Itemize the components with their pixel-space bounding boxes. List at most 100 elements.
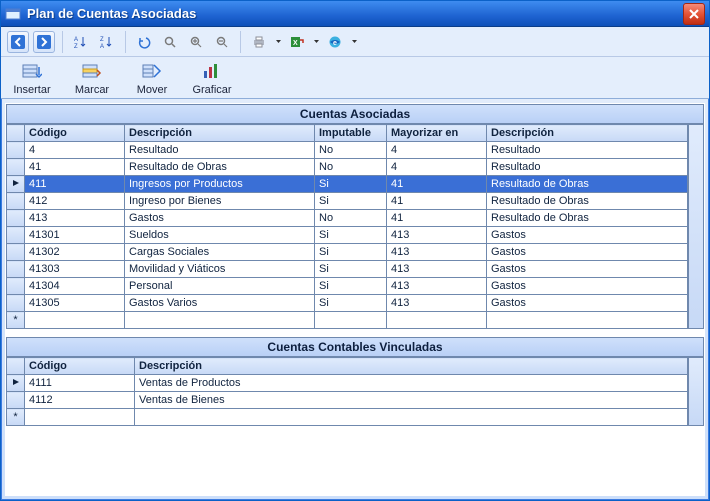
cell-codigo[interactable]: 4111 bbox=[25, 375, 135, 392]
row-selector[interactable] bbox=[7, 159, 25, 176]
marcar-button[interactable]: Marcar bbox=[67, 60, 117, 96]
row-selector[interactable] bbox=[7, 278, 25, 295]
cell-codigo[interactable]: 4112 bbox=[25, 392, 135, 409]
cuentas-asociadas-grid[interactable]: Código Descripción Imputable Mayorizar e… bbox=[6, 124, 688, 329]
table-row[interactable]: 41Resultado de ObrasNo4Resultado bbox=[7, 159, 688, 176]
cell-codigo[interactable]: 412 bbox=[25, 193, 125, 210]
print-dropdown[interactable] bbox=[274, 38, 282, 45]
col-mayorizar[interactable]: Mayorizar en bbox=[387, 125, 487, 142]
cell-imputable[interactable]: No bbox=[315, 142, 387, 159]
row-selector[interactable] bbox=[7, 176, 25, 193]
cell-descripcion2[interactable]: Resultado bbox=[487, 159, 688, 176]
cell-descripcion[interactable]: Ingresos por Productos bbox=[125, 176, 315, 193]
cell-descripcion[interactable]: Ventas de Productos bbox=[135, 375, 688, 392]
cell-imputable[interactable]: Si bbox=[315, 193, 387, 210]
table-row[interactable]: 4111Ventas de Productos bbox=[7, 375, 688, 392]
cell-codigo[interactable]: 41301 bbox=[25, 227, 125, 244]
table-row[interactable]: 412Ingreso por BienesSi41Resultado de Ob… bbox=[7, 193, 688, 210]
row-selector[interactable] bbox=[7, 227, 25, 244]
cell-imputable[interactable]: Si bbox=[315, 261, 387, 278]
row-selector[interactable] bbox=[7, 193, 25, 210]
cell-descripcion2[interactable]: Gastos bbox=[487, 278, 688, 295]
row-selector[interactable] bbox=[7, 261, 25, 278]
cell-mayorizar[interactable]: 41 bbox=[387, 210, 487, 227]
cell-descripcion[interactable]: Ingreso por Bienes bbox=[125, 193, 315, 210]
cuentas-vinculadas-grid[interactable]: Código Descripción 4111Ventas de Product… bbox=[6, 357, 688, 426]
cell-mayorizar[interactable]: 413 bbox=[387, 227, 487, 244]
cell-descripcion[interactable]: Cargas Sociales bbox=[125, 244, 315, 261]
vertical-scrollbar[interactable] bbox=[688, 124, 704, 329]
cell-mayorizar[interactable]: 413 bbox=[387, 261, 487, 278]
cell-descripcion[interactable]: Personal bbox=[125, 278, 315, 295]
table-row[interactable]: 41305Gastos VariosSi413Gastos bbox=[7, 295, 688, 312]
cell-imputable[interactable]: Si bbox=[315, 176, 387, 193]
table-row[interactable]: 41302Cargas SocialesSi413Gastos bbox=[7, 244, 688, 261]
row-selector[interactable] bbox=[7, 142, 25, 159]
new-row-marker[interactable]: * bbox=[7, 409, 25, 426]
cell-imputable[interactable]: Si bbox=[315, 295, 387, 312]
row-selector[interactable] bbox=[7, 375, 25, 392]
new-row[interactable]: * bbox=[7, 312, 688, 329]
undo-button[interactable] bbox=[133, 31, 155, 53]
cell-descripcion[interactable]: Ventas de Bienes bbox=[135, 392, 688, 409]
cell-mayorizar[interactable]: 413 bbox=[387, 295, 487, 312]
cell-codigo[interactable]: 41 bbox=[25, 159, 125, 176]
cell-descripcion2[interactable]: Gastos bbox=[487, 261, 688, 278]
insertar-button[interactable]: Insertar bbox=[7, 60, 57, 96]
cell-descripcion2[interactable]: Resultado bbox=[487, 142, 688, 159]
new-row-marker[interactable]: * bbox=[7, 312, 25, 329]
web-dropdown[interactable] bbox=[350, 38, 358, 45]
table-row[interactable]: 41304PersonalSi413Gastos bbox=[7, 278, 688, 295]
cell-mayorizar[interactable]: 41 bbox=[387, 193, 487, 210]
nav-prev-button[interactable] bbox=[7, 31, 29, 53]
col-imputable[interactable]: Imputable bbox=[315, 125, 387, 142]
cell-mayorizar[interactable]: 41 bbox=[387, 176, 487, 193]
cell-descripcion2[interactable]: Resultado de Obras bbox=[487, 176, 688, 193]
cell-codigo[interactable]: 411 bbox=[25, 176, 125, 193]
row-selector[interactable] bbox=[7, 295, 25, 312]
cell-descripcion2[interactable]: Gastos bbox=[487, 244, 688, 261]
sort-desc-button[interactable]: ZA bbox=[96, 31, 118, 53]
table-row[interactable]: 4ResultadoNo4Resultado bbox=[7, 142, 688, 159]
cell-imputable[interactable]: Si bbox=[315, 278, 387, 295]
cell-imputable[interactable]: No bbox=[315, 159, 387, 176]
row-selector[interactable] bbox=[7, 244, 25, 261]
cell-descripcion[interactable]: Resultado de Obras bbox=[125, 159, 315, 176]
cell-imputable[interactable]: No bbox=[315, 210, 387, 227]
zoom-out-button[interactable] bbox=[211, 31, 233, 53]
sort-asc-button[interactable]: AZ bbox=[70, 31, 92, 53]
cell-descripcion2[interactable]: Gastos bbox=[487, 227, 688, 244]
cell-mayorizar[interactable]: 413 bbox=[387, 244, 487, 261]
close-button[interactable] bbox=[683, 3, 705, 25]
cell-descripcion[interactable]: Movilidad y Viáticos bbox=[125, 261, 315, 278]
table-row[interactable]: 41301SueldosSi413Gastos bbox=[7, 227, 688, 244]
find-button[interactable] bbox=[159, 31, 181, 53]
cell-codigo[interactable]: 4 bbox=[25, 142, 125, 159]
vertical-scrollbar[interactable] bbox=[688, 357, 704, 426]
cell-codigo[interactable]: 413 bbox=[25, 210, 125, 227]
web-button[interactable]: e bbox=[324, 31, 346, 53]
row-selector-header[interactable] bbox=[7, 125, 25, 142]
cell-imputable[interactable]: Si bbox=[315, 244, 387, 261]
cell-codigo[interactable]: 41305 bbox=[25, 295, 125, 312]
graficar-button[interactable]: Graficar bbox=[187, 60, 237, 96]
cell-codigo[interactable]: 41304 bbox=[25, 278, 125, 295]
cell-descripcion[interactable]: Resultado bbox=[125, 142, 315, 159]
col-codigo[interactable]: Código bbox=[25, 358, 135, 375]
cell-descripcion[interactable]: Sueldos bbox=[125, 227, 315, 244]
row-selector[interactable] bbox=[7, 392, 25, 409]
table-row[interactable]: 4112Ventas de Bienes bbox=[7, 392, 688, 409]
cell-mayorizar[interactable]: 413 bbox=[387, 278, 487, 295]
cell-mayorizar[interactable]: 4 bbox=[387, 142, 487, 159]
table-row[interactable]: 41303Movilidad y ViáticosSi413Gastos bbox=[7, 261, 688, 278]
new-row[interactable]: * bbox=[7, 409, 688, 426]
row-selector[interactable] bbox=[7, 210, 25, 227]
cell-descripcion[interactable]: Gastos bbox=[125, 210, 315, 227]
table-row[interactable]: 413GastosNo41Resultado de Obras bbox=[7, 210, 688, 227]
col-descripcion[interactable]: Descripción bbox=[135, 358, 688, 375]
export-excel-button[interactable]: X bbox=[286, 31, 308, 53]
cell-descripcion2[interactable]: Resultado de Obras bbox=[487, 210, 688, 227]
col-descripcion2[interactable]: Descripción bbox=[487, 125, 688, 142]
cell-imputable[interactable]: Si bbox=[315, 227, 387, 244]
cell-codigo[interactable]: 41303 bbox=[25, 261, 125, 278]
